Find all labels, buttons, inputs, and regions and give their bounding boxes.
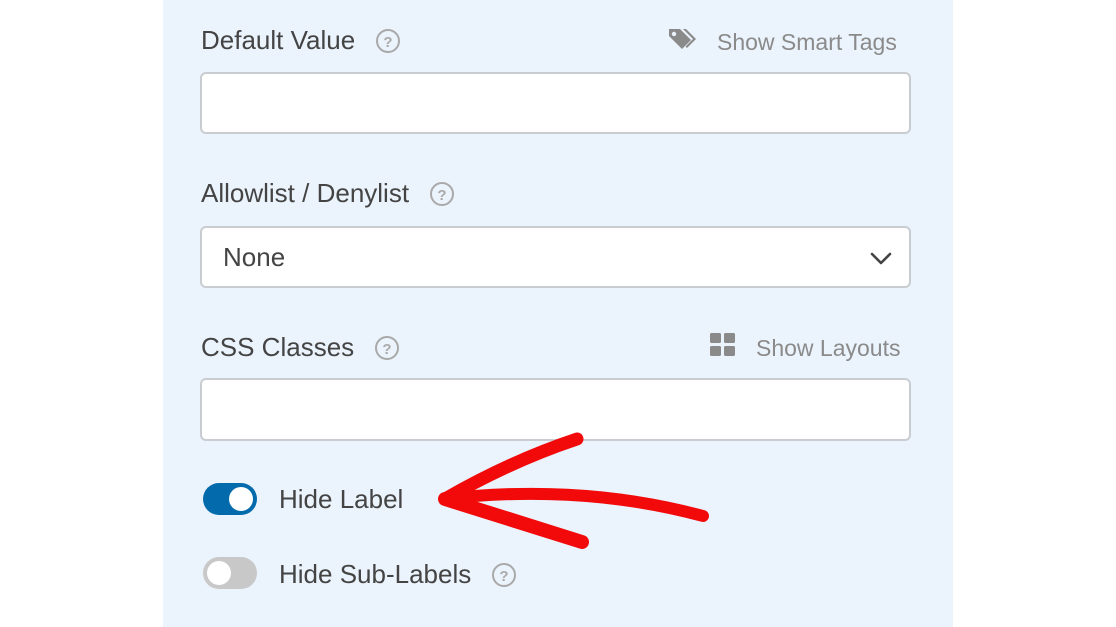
red-arrow-annotation [438,432,709,549]
show-layouts-link[interactable]: Show Layouts [710,333,900,363]
css-classes-label: CSS Classes [201,332,355,362]
chevron-down-icon [869,246,893,275]
show-smart-tags-label: Show Smart Tags [717,28,897,55]
toggle-knob [207,561,231,585]
question-circle-icon[interactable]: ? [491,562,517,588]
css-classes-label-row: CSS Classes ? [201,332,400,363]
default-value-input-box [200,72,911,134]
default-value-label-row: Default Value ? [201,25,401,56]
hide-sub-labels-label-row: Hide Sub-Labels ? [279,559,517,590]
hide-sub-labels-toggle[interactable] [203,557,257,589]
allowlist-select[interactable]: None [200,226,911,288]
default-value-input[interactable] [202,74,909,132]
grid-icon [710,333,736,363]
show-layouts-label: Show Layouts [756,334,901,361]
tags-icon [667,26,697,58]
toggle-knob [229,487,253,511]
svg-text:?: ? [384,34,393,51]
svg-text:?: ? [500,568,509,585]
question-circle-icon[interactable]: ? [374,335,400,361]
show-smart-tags-link[interactable]: Show Smart Tags [667,26,897,58]
question-circle-icon[interactable]: ? [375,28,401,54]
hide-label-label-row: Hide Label [279,484,403,515]
hide-sub-labels-label: Hide Sub-Labels [279,559,472,589]
page: Default Value ? Show Smart Tags Allowlis… [0,0,1116,627]
hide-label-label: Hide Label [279,484,404,514]
allowlist-label: Allowlist / Denylist [201,178,410,208]
question-circle-icon[interactable]: ? [429,181,455,207]
allowlist-label-row: Allowlist / Denylist ? [201,178,455,209]
svg-text:?: ? [437,187,446,204]
default-value-label: Default Value [201,25,356,55]
hide-label-toggle[interactable] [203,483,257,515]
svg-text:?: ? [383,341,392,358]
allowlist-selected-value: None [223,242,286,272]
